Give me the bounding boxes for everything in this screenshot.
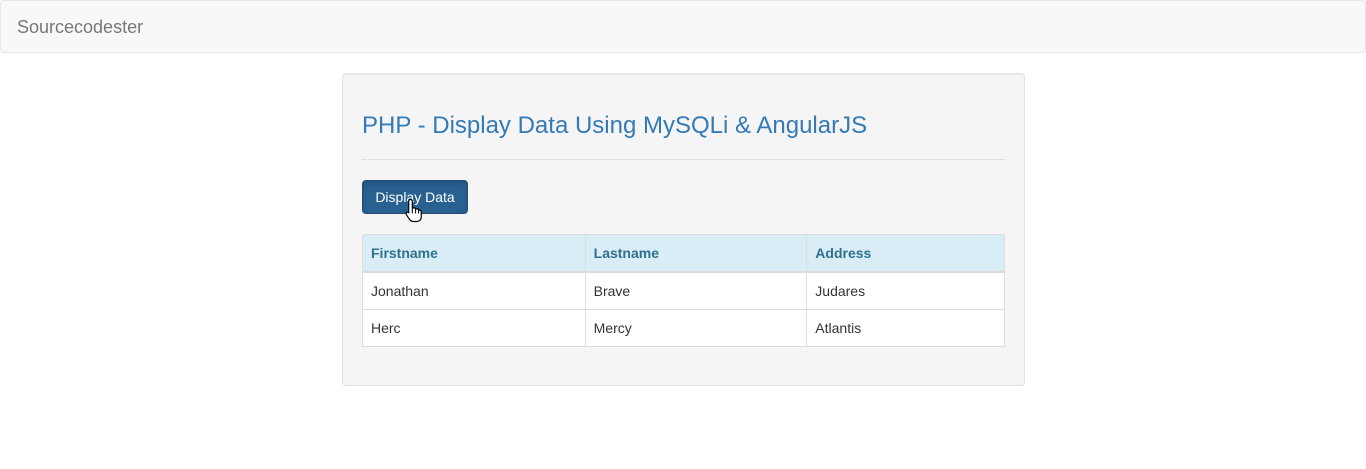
navbar: Sourcecodester <box>0 0 1366 53</box>
table-row: Jonathan Brave Judares <box>362 271 1005 310</box>
header-lastname: Lastname <box>584 234 808 273</box>
content-panel: PHP - Display Data Using MySQLi & Angula… <box>342 73 1025 386</box>
table-row: Herc Mercy Atlantis <box>362 309 1005 347</box>
navbar-brand-link[interactable]: Sourcecodester <box>17 17 143 37</box>
header-firstname: Firstname <box>362 234 586 273</box>
divider <box>362 159 1005 160</box>
header-address: Address <box>806 234 1005 273</box>
cell-lastname: Mercy <box>584 309 808 347</box>
table-header-row: Firstname Lastname Address <box>362 234 1005 273</box>
data-table: Firstname Lastname Address Jonathan Brav… <box>362 234 1005 347</box>
page-title: PHP - Display Data Using MySQLi & Angula… <box>362 112 868 139</box>
cell-firstname: Jonathan <box>362 271 586 310</box>
cell-address: Judares <box>806 271 1005 310</box>
display-data-button[interactable]: Display Data <box>362 180 468 214</box>
cell-firstname: Herc <box>362 309 586 347</box>
cell-lastname: Brave <box>584 271 808 310</box>
cell-address: Atlantis <box>806 309 1005 347</box>
